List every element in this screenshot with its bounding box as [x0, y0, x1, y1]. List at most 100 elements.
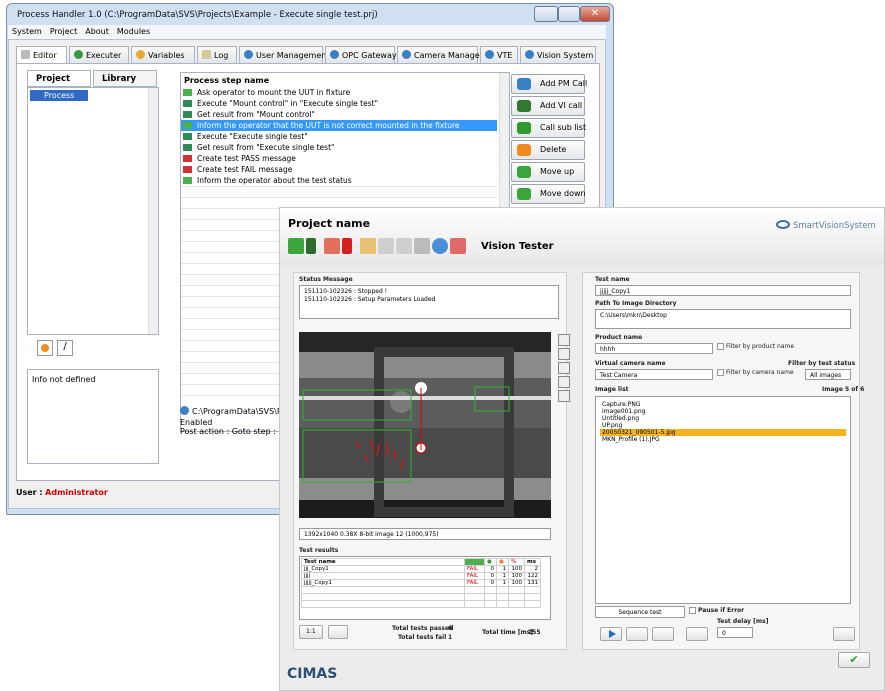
menu-system[interactable]: System — [8, 25, 46, 38]
maximize-button[interactable] — [558, 6, 580, 22]
filter-product-checkbox[interactable] — [717, 343, 724, 350]
tree-item-process-loop[interactable]: Process loop — [30, 90, 88, 111]
list-item[interactable]: Capture.PNG — [600, 401, 846, 408]
filter-status-select[interactable]: All images — [805, 369, 851, 380]
step-row[interactable]: Execute "Execute single test" — [181, 131, 497, 142]
subtab-project[interactable]: Project — [27, 70, 91, 87]
tree-scrollbar[interactable] — [148, 88, 158, 334]
image-count: Image 5 of 6 — [822, 386, 865, 393]
line-tool-icon[interactable] — [558, 390, 570, 402]
lock-icon[interactable] — [360, 238, 376, 254]
list-item[interactable]: image001.png — [600, 408, 846, 415]
stop-button[interactable] — [652, 627, 674, 641]
pause-if-error-checkbox[interactable] — [689, 607, 696, 614]
help-icon[interactable] — [432, 238, 448, 254]
side-button-4[interactable]: Move up — [511, 162, 585, 182]
step-row[interactable]: Create test PASS message — [181, 153, 497, 164]
run-button[interactable] — [600, 627, 622, 641]
step-row[interactable]: Ask operator to mount the UUT in fixture — [181, 87, 497, 98]
product-name-field[interactable]: hhhh — [595, 343, 713, 354]
filter-camera-checkbox[interactable] — [717, 369, 724, 376]
side-button-2[interactable]: Call sub list — [511, 118, 586, 138]
pointer-tool-icon[interactable] — [558, 348, 570, 360]
list-item[interactable]: 20050321_090501-5.jpg — [600, 429, 846, 436]
step-row[interactable]: Execute "Mount control" in "Execute sing… — [181, 98, 497, 109]
steps-header: Process step name — [184, 76, 270, 85]
camera-name-field[interactable]: Test Camera — [595, 369, 713, 380]
menu-about[interactable]: About — [81, 25, 113, 38]
tab-vision-system[interactable]: Vision System — [520, 46, 596, 64]
step-icon — [183, 133, 192, 140]
image-list: Capture.PNG image001.png Untitled.png UP.pn… — [595, 396, 851, 604]
pan-tool-icon[interactable] — [558, 362, 570, 374]
close-icon[interactable] — [450, 238, 466, 254]
info-box: Info not defined — [27, 369, 159, 464]
sequence-test-field[interactable]: Sequence test — [595, 606, 685, 618]
clear-results-button[interactable] — [328, 625, 348, 639]
vision-tester-label: Vision Tester — [481, 241, 554, 252]
export-button[interactable] — [686, 627, 708, 641]
side-button-0[interactable]: Add PM Call — [511, 74, 587, 94]
save-icon[interactable] — [414, 238, 430, 254]
project-tree: Process loop — [27, 87, 159, 335]
window-title: Process Handler 1.0 (C:\ProgramData\SVS\… — [17, 10, 378, 20]
minimize-button[interactable] — [534, 6, 558, 22]
table-row[interactable]: jjj_Copy1 FAIL 0 1 100 2 — [301, 565, 541, 573]
side-button-1[interactable]: Add VI call — [511, 96, 585, 116]
tab-executer[interactable]: Executer — [69, 46, 129, 64]
svs-logo: SmartVisionSystem — [776, 220, 876, 231]
step-row[interactable]: Get result from "Mount control" — [181, 109, 497, 120]
step-icon — [183, 144, 192, 151]
table-row[interactable]: jjjj FAIL 0 1 100 122 — [301, 572, 541, 580]
play-icon — [74, 50, 83, 59]
ok-button[interactable]: ✔ — [838, 652, 870, 668]
step-icon — [183, 155, 192, 162]
crosshair-tool-icon[interactable] — [558, 376, 570, 388]
tab-vte[interactable]: VTE — [480, 46, 518, 64]
status-label: Status Message — [299, 276, 353, 283]
zoom-tool-icon[interactable] — [558, 334, 570, 346]
edit-button[interactable]: / — [57, 340, 73, 356]
stop-icon[interactable] — [324, 238, 340, 254]
menu-project[interactable]: Project — [46, 25, 81, 38]
step-icon[interactable] — [306, 238, 316, 254]
tab-log[interactable]: Log — [197, 46, 237, 64]
tab-camera-manager[interactable]: Camera Manager — [397, 46, 483, 64]
image-path-field[interactable]: C:\Users\mkn\Desktop — [595, 309, 851, 329]
user-status: User : Administrator — [16, 488, 108, 497]
play-icon[interactable] — [288, 238, 304, 254]
list-item[interactable]: MKN_Profile (1).JPG — [600, 436, 846, 443]
settings-icon[interactable] — [378, 238, 394, 254]
camera-image[interactable] — [299, 332, 551, 518]
tab-user-management[interactable]: User Management — [239, 46, 329, 64]
zoom-button[interactable]: 1:1 — [299, 625, 323, 639]
pause-button[interactable] — [626, 627, 648, 641]
subtab-library[interactable]: Library — [93, 70, 157, 87]
module-icon — [330, 50, 339, 59]
side-button-5[interactable]: Move down — [511, 184, 586, 204]
step-row[interactable]: Inform the operator about the test statu… — [181, 175, 497, 186]
list-item[interactable]: Untitled.png — [600, 415, 846, 422]
tab-variables[interactable]: Variables — [131, 46, 195, 64]
module-icon — [402, 50, 411, 59]
record-icon[interactable] — [342, 238, 352, 254]
table-row[interactable]: jjjjj_Copy1 FAIL 0 1 100 131 — [301, 579, 541, 587]
step-row[interactable]: Get result from "Execute single test" — [181, 142, 497, 153]
tab-opc-gateway[interactable]: OPC Gateway — [325, 46, 397, 64]
step-row[interactable]: Inform the operator that the UUT is not … — [181, 120, 497, 131]
side-button-3[interactable]: Delete — [511, 140, 585, 160]
button-icon — [517, 78, 531, 90]
test-name-field[interactable]: jjjjj_Copy1 — [595, 285, 851, 296]
menu-modules[interactable]: Modules — [113, 25, 154, 38]
test-delay-field[interactable]: 0 — [717, 627, 753, 638]
module-icon — [244, 50, 253, 59]
close-button[interactable]: ✕ — [580, 6, 610, 22]
step-row[interactable]: Create test FAIL message — [181, 164, 497, 175]
remove-button[interactable] — [37, 340, 53, 356]
tool-icon[interactable] — [396, 238, 412, 254]
results-table: Test name ● ●% ms jjj_Copy1 FAIL 0 1 100 2 jjjj FA… — [299, 556, 551, 620]
refresh-button[interactable] — [833, 627, 855, 641]
menu-bar: System Project About Modules — [8, 25, 606, 39]
list-item[interactable]: UP.png — [600, 422, 846, 429]
module-icon — [485, 50, 494, 59]
